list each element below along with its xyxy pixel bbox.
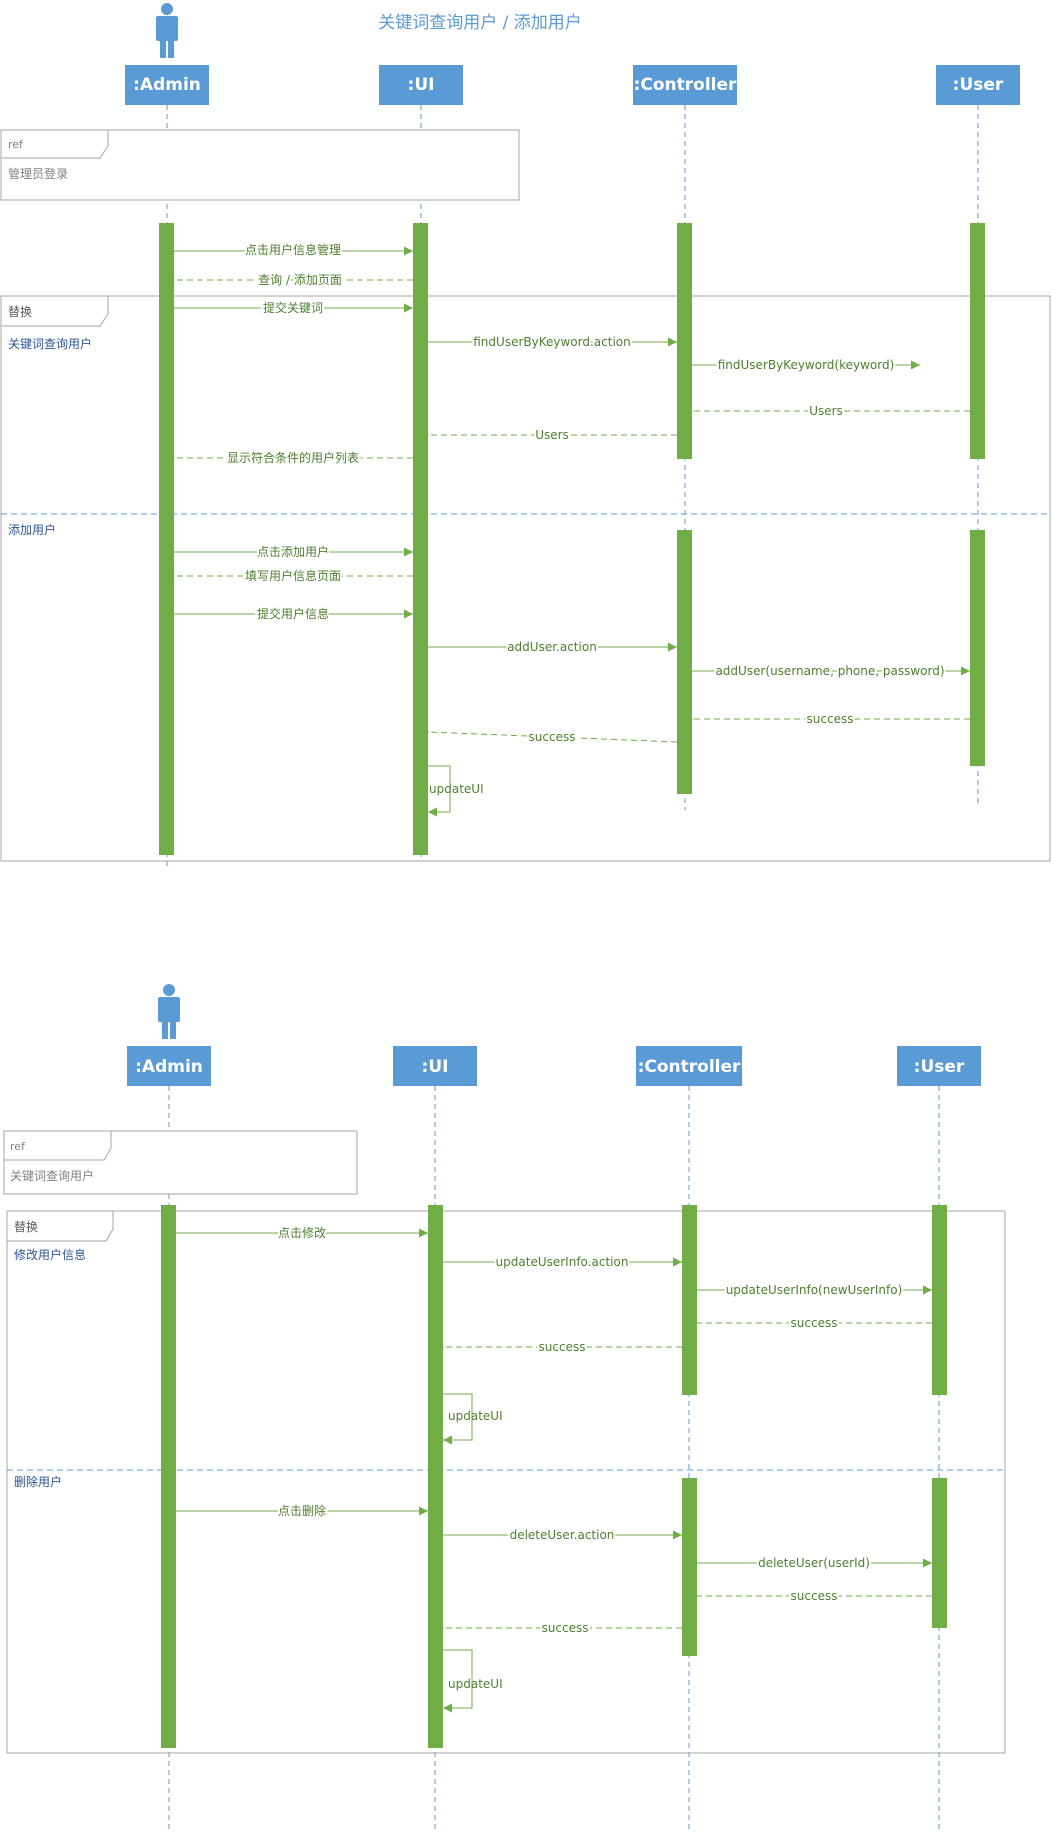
- message-label: success: [539, 1340, 586, 1354]
- lifeline-head-user: :User: [897, 1046, 981, 1086]
- message-label: findUserByKeyword(keyword): [718, 358, 895, 372]
- message-label: updateUI: [448, 1677, 503, 1691]
- activation-bar: [682, 1205, 697, 1395]
- message-label: 点击修改: [278, 1225, 326, 1240]
- message-label: findUserByKeyword.action: [473, 335, 630, 349]
- ref-text: 关键词查询用户: [10, 1168, 94, 1183]
- message-label: addUser.action: [507, 640, 597, 654]
- messages: 点击用户信息管理 查询 / 添加页面 提交关键词 findUserByKeywo…: [174, 240, 970, 817]
- lifelines: [166, 105, 979, 870]
- lifeline-label: :UI: [422, 1057, 449, 1077]
- message-label: addUser(username, phone, password): [715, 664, 944, 678]
- activation-bar: [413, 223, 428, 855]
- activation-bar: [161, 1205, 176, 1748]
- message-label: updateUI: [429, 782, 484, 796]
- message-label: 查询 / 添加页面: [258, 273, 342, 287]
- message-label: success: [791, 1316, 838, 1330]
- messages: 点击修改 updateUserInfo.action updateUserInf…: [176, 1223, 932, 1713]
- message-label: success: [542, 1621, 589, 1635]
- message-label: updateUserInfo(newUserInfo): [726, 1283, 903, 1297]
- lifeline-label: :Controller: [638, 1057, 741, 1077]
- message-label: 点击删除: [278, 1503, 326, 1518]
- message-label: success: [807, 712, 854, 726]
- activation-bar: [932, 1205, 947, 1395]
- ref-text: 管理员登录: [8, 166, 68, 181]
- lifeline-label: :User: [914, 1057, 965, 1077]
- message-label: success: [791, 1589, 838, 1603]
- message-label: 点击用户信息管理: [245, 242, 341, 257]
- lifeline-head-admin: :Admin: [125, 65, 209, 105]
- activation-bar: [677, 530, 692, 794]
- diagram-title: 关键词查询用户 / 添加用户: [378, 13, 582, 33]
- message-label: Users: [809, 404, 843, 418]
- ref-tag: ref: [10, 1140, 26, 1153]
- alt-operand-label: 修改用户信息: [14, 1247, 86, 1262]
- lifeline-head-admin: :Admin: [127, 1046, 211, 1086]
- diagram-canvas: 关键词查询用户 / 添加用户 :Admin :UI :Controller:U…: [0, 3, 1051, 1833]
- lifelines: [168, 1086, 940, 1833]
- lifeline-head-user: :User: [936, 65, 1020, 105]
- sequence-diagrams-page: 关键词查询用户 / 添加用户 :Admin :UI :Controller:U…: [0, 0, 1053, 1833]
- lifeline-head-controller: :Controller: [636, 1046, 742, 1086]
- lifeline-head-ui: :UI: [379, 65, 463, 105]
- actor-icon: [156, 3, 178, 58]
- lifeline-label: :Admin: [135, 1057, 203, 1077]
- lifeline-head-controller: :Controller: [633, 65, 737, 105]
- alt-fragment: 替换 关键词查询用户 添加用户: [0, 295, 1051, 862]
- message-label: 填写用户信息页面: [245, 568, 341, 583]
- message-label: deleteUser.action: [510, 1528, 615, 1542]
- activation-bar: [428, 1205, 443, 1748]
- activation-bar: [970, 530, 985, 766]
- lifeline-label: :User: [953, 75, 1004, 95]
- lifeline-label: :UI: [408, 75, 435, 95]
- message-label: 提交用户信息: [257, 606, 329, 621]
- alt-operand-label: 关键词查询用户: [8, 336, 92, 351]
- message-label: 提交关键词: [263, 300, 323, 315]
- message-label: Users: [535, 428, 569, 442]
- diagram-2: :Admin :UI :Controller :User ref 关键词查询用户…: [3, 984, 1006, 1833]
- alt-tag: 替换: [14, 1220, 38, 1234]
- ref-fragment: ref 管理员登录: [0, 129, 520, 201]
- lifeline-label: :Controller: [634, 75, 737, 95]
- message-label: 点击添加用户: [257, 544, 329, 559]
- activation-bars: [159, 223, 985, 855]
- activation-bar: [677, 223, 692, 459]
- diagram-1: 关键词查询用户 / 添加用户 :Admin :UI :Controller:U…: [0, 3, 1051, 870]
- activation-bar: [682, 1478, 697, 1656]
- actor-icon: [158, 984, 180, 1039]
- activation-bar: [970, 223, 985, 459]
- ref-tag: ref: [8, 138, 24, 151]
- lifeline-label: :Admin: [133, 75, 201, 95]
- message-label: deleteUser(userId): [758, 1556, 870, 1570]
- lifeline-head-ui: :UI: [393, 1046, 477, 1086]
- message-label: updateUI: [448, 1409, 503, 1423]
- message-label: updateUserInfo.action: [496, 1255, 629, 1269]
- alt-tag: 替换: [8, 305, 32, 319]
- activation-bar: [932, 1478, 947, 1628]
- activation-bar: [159, 223, 174, 855]
- alt-operand-label: 删除用户: [14, 1474, 62, 1489]
- message-label: 显示符合条件的用户列表: [227, 450, 359, 465]
- message-label: success: [529, 730, 576, 744]
- alt-operand-label: 添加用户: [8, 522, 56, 537]
- ref-fragment: ref 关键词查询用户: [3, 1130, 358, 1195]
